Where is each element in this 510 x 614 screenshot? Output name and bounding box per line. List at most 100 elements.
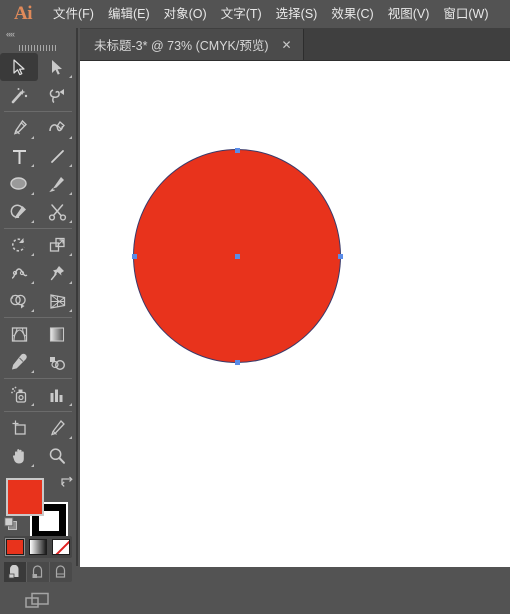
illustrator-window: Ai 文件(F) 编辑(E) 对象(O) 文字(T) 选择(S) 效果(C) 视… [0, 0, 510, 608]
perspective-grid-tool[interactable] [38, 287, 76, 315]
width-tool[interactable] [0, 259, 38, 287]
slice-knife-icon [50, 420, 65, 436]
eyedropper-icon [11, 353, 27, 370]
scissors-tool[interactable] [38, 198, 76, 226]
hand-tool[interactable] [0, 442, 38, 470]
collapse-panel-icon[interactable]: «« [6, 29, 15, 39]
symbol-sprayer-tool[interactable] [0, 381, 38, 409]
flyout-indicator [69, 436, 72, 439]
screen-mode-icon [25, 592, 49, 608]
menu-type[interactable]: 文字(T) [214, 0, 269, 28]
hand-icon [12, 449, 24, 464]
screen-mode-button[interactable] [0, 588, 76, 614]
flyout-indicator [69, 309, 72, 312]
anchor-point-bottom[interactable] [234, 359, 240, 365]
artboard-icon [12, 420, 26, 435]
flyout-indicator [69, 253, 72, 256]
shape-builder-icon [10, 294, 26, 308]
mesh-tool[interactable] [0, 320, 38, 348]
anchor-point-center [234, 253, 240, 259]
lasso-tool[interactable] [38, 81, 76, 109]
document-tab-title: 未标题-3* @ 73% (CMYK/预览) [94, 39, 269, 53]
flyout-indicator [31, 192, 34, 195]
artboard-tool[interactable] [0, 414, 38, 442]
draw-mode-group [4, 562, 72, 582]
tools-panel-gripper[interactable] [0, 42, 76, 53]
type-tool[interactable] [0, 142, 38, 170]
document-tab[interactable]: 未标题-3* @ 73% (CMYK/预览) ✕ [80, 29, 304, 60]
menu-object[interactable]: 对象(O) [157, 0, 214, 28]
menu-file[interactable]: 文件(F) [46, 0, 101, 28]
curvature-tool[interactable] [38, 114, 76, 142]
magic-wand-tool[interactable] [0, 81, 38, 109]
tools-divider [4, 228, 72, 229]
slice-tool[interactable] [38, 414, 76, 442]
free-transform-tool[interactable] [38, 259, 76, 287]
close-icon[interactable]: ✕ [282, 39, 292, 51]
scale-tool[interactable] [38, 231, 76, 259]
line-icon [50, 149, 64, 163]
pen-tool[interactable] [0, 114, 38, 142]
direct-selection-arrow-icon [52, 59, 62, 75]
mesh-icon [11, 326, 27, 342]
paintbrush-tool[interactable] [38, 170, 76, 198]
symbol-sprayer-icon [10, 386, 26, 403]
flyout-indicator [69, 281, 72, 284]
blend-tool[interactable] [38, 348, 76, 376]
tools-divider [4, 317, 72, 318]
shaper-tool[interactable] [0, 198, 38, 226]
draw-mode-normal[interactable] [4, 562, 27, 582]
ellipse-icon [10, 177, 27, 190]
menu-window[interactable]: 窗口(W) [436, 0, 495, 28]
rotate-tool[interactable] [0, 231, 38, 259]
scale-icon [49, 237, 65, 252]
flyout-indicator [31, 164, 34, 167]
column-graph-tool[interactable] [38, 381, 76, 409]
zoom-tool[interactable] [38, 442, 76, 470]
menu-edit[interactable]: 编辑(E) [101, 0, 157, 28]
default-fill-stroke-icon[interactable] [4, 517, 18, 531]
menu-view[interactable]: 视图(V) [381, 0, 437, 28]
pen-nib-icon [13, 119, 27, 135]
direct-selection-tool[interactable] [38, 53, 76, 81]
width-icon [11, 267, 27, 279]
flyout-indicator [31, 309, 34, 312]
tools-grid [0, 53, 76, 470]
flyout-indicator [31, 281, 34, 284]
fill-mode-none[interactable] [51, 539, 70, 555]
menu-bar: Ai 文件(F) 编辑(E) 对象(O) 文字(T) 选择(S) 效果(C) 视… [0, 0, 510, 28]
blend-icon [50, 356, 66, 370]
draw-mode-behind[interactable] [27, 562, 50, 582]
fill-mode-gradient[interactable] [28, 539, 47, 555]
swap-fill-stroke-icon[interactable] [60, 475, 73, 488]
menu-select[interactable]: 选择(S) [269, 0, 325, 28]
anchor-point-left[interactable] [131, 253, 137, 259]
flyout-indicator [31, 220, 34, 223]
color-controls [0, 474, 76, 608]
flyout-indicator [69, 403, 72, 406]
document-canvas[interactable] [80, 60, 510, 567]
fill-color-swatch[interactable] [6, 478, 44, 516]
shape-builder-tool[interactable] [0, 287, 38, 315]
flyout-indicator [31, 136, 34, 139]
menu-effect[interactable]: 效果(C) [324, 0, 380, 28]
tools-panel-header: «« [0, 28, 76, 42]
fill-mode-color[interactable] [5, 538, 26, 556]
type-T-icon [12, 149, 26, 164]
anchor-point-right[interactable] [337, 253, 343, 259]
rotate-icon [11, 238, 25, 252]
draw-inside-icon [55, 565, 65, 578]
tools-divider [4, 111, 72, 112]
draw-behind-icon [32, 565, 42, 578]
paintbrush-icon [48, 177, 64, 193]
draw-mode-inside[interactable] [50, 562, 72, 582]
line-segment-tool[interactable] [38, 142, 76, 170]
ellipse-tool[interactable] [0, 170, 38, 198]
eyedropper-tool[interactable] [0, 348, 38, 376]
anchor-point-top[interactable] [234, 147, 240, 153]
gradient-tool[interactable] [38, 320, 76, 348]
flyout-indicator [69, 136, 72, 139]
selection-tool[interactable] [0, 53, 38, 81]
flyout-indicator [31, 370, 34, 373]
draw-normal-icon [8, 565, 18, 579]
